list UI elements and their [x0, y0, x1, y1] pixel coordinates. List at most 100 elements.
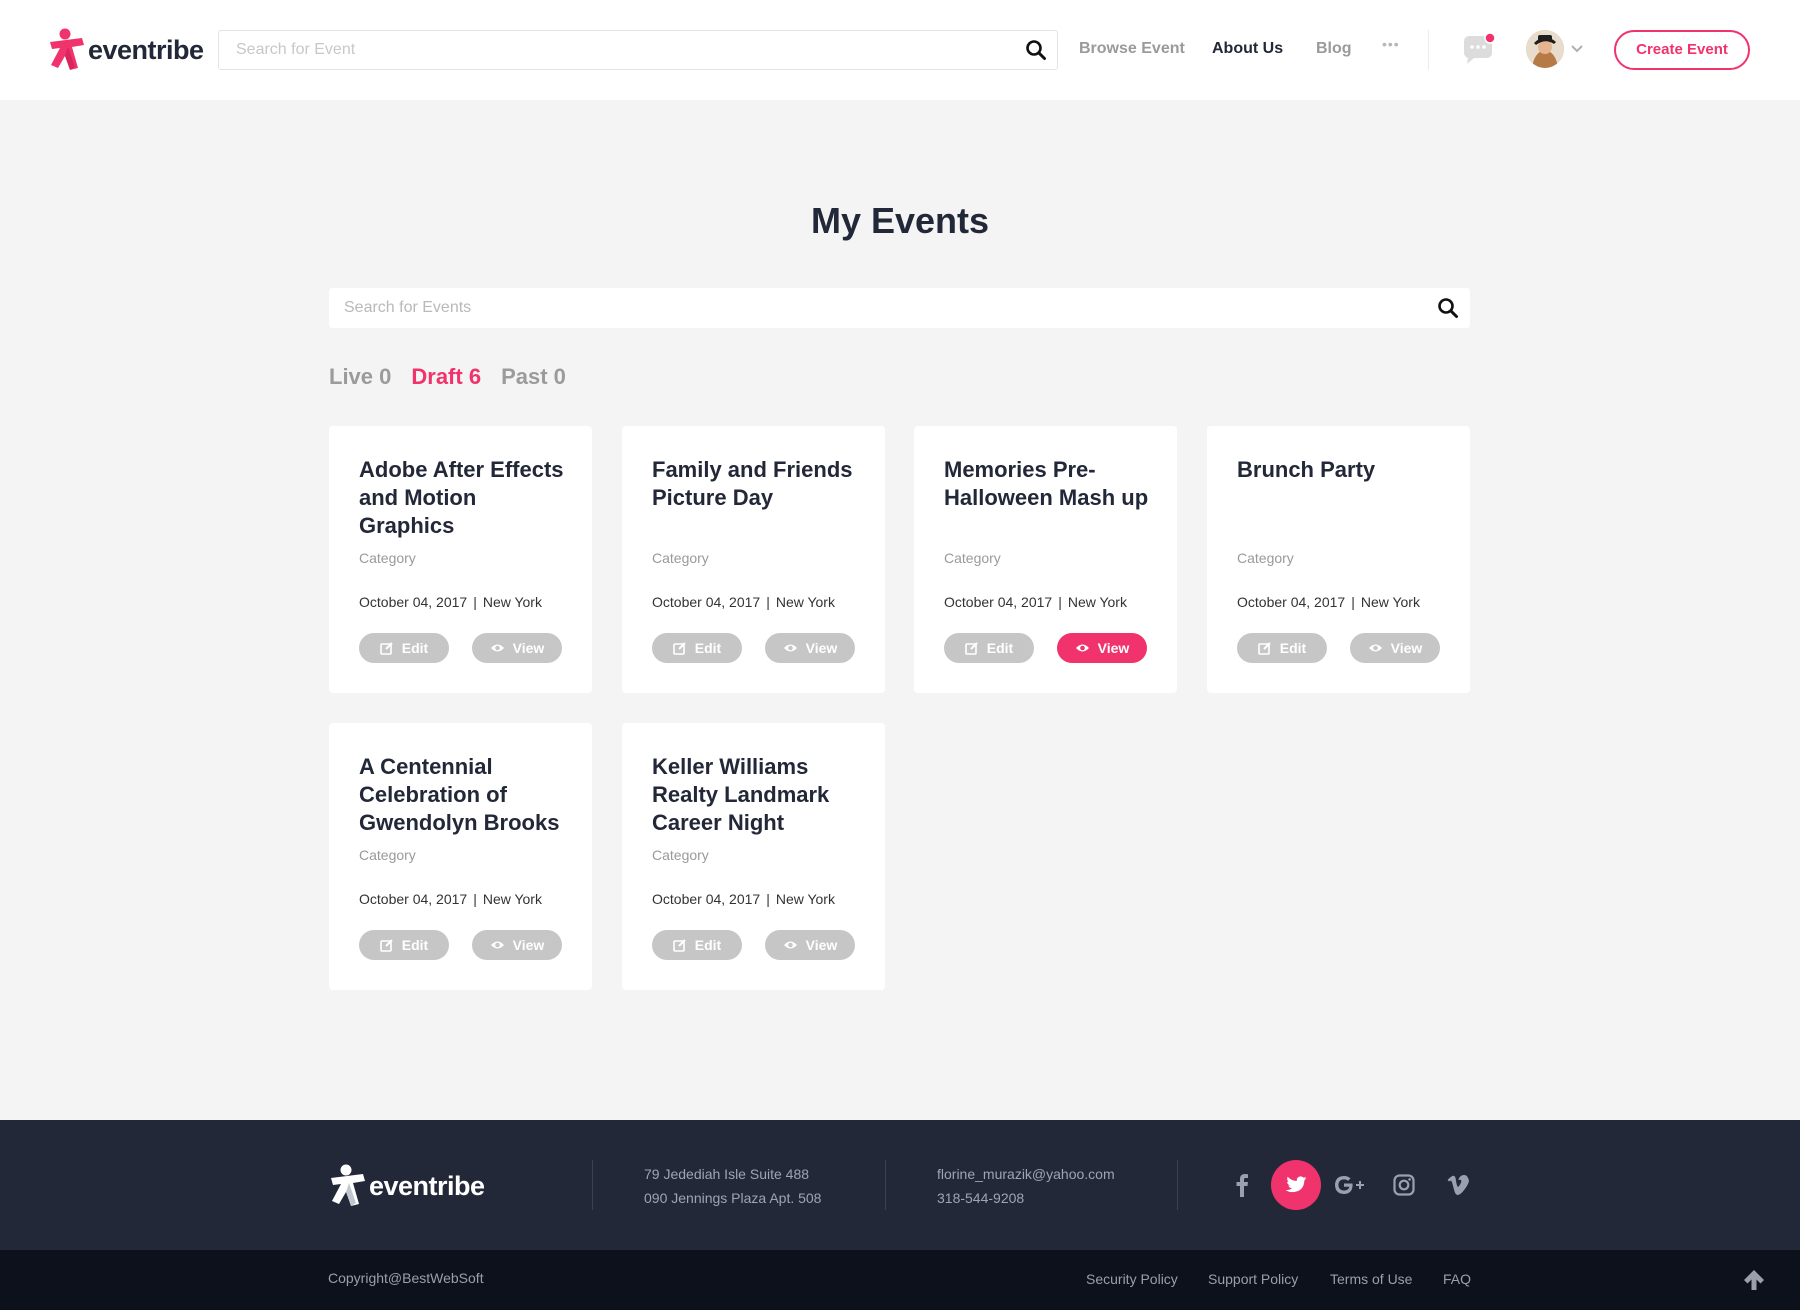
event-card[interactable]: Family and Friends Picture Day Category … — [622, 426, 885, 693]
event-title[interactable]: Memories Pre-Halloween Mash up — [944, 456, 1154, 512]
facebook-icon — [1236, 1174, 1248, 1197]
edit-button[interactable]: Edit — [652, 930, 742, 960]
event-card[interactable]: Adobe After Effects and Motion Graphics … — [329, 426, 592, 693]
edit-label: Edit — [694, 640, 722, 656]
edit-button[interactable]: Edit — [944, 633, 1034, 663]
header-search — [218, 30, 1058, 70]
view-button[interactable]: View — [765, 930, 855, 960]
footer-logo[interactable]: eventribe — [329, 1164, 485, 1208]
edit-button[interactable]: Edit — [1237, 633, 1327, 663]
edit-label: Edit — [694, 937, 722, 953]
event-category: Category — [944, 550, 1001, 566]
event-title[interactable]: Adobe After Effects and Motion Graphics — [359, 456, 569, 540]
view-label: View — [512, 937, 545, 953]
event-title[interactable]: Brunch Party — [1237, 456, 1447, 484]
create-event-button[interactable]: Create Event — [1614, 30, 1750, 70]
event-date: October 04, 2017 — [652, 891, 761, 907]
copyright: Copyright@BestWebSoft — [328, 1270, 484, 1286]
chevron-down-icon[interactable] — [1570, 42, 1584, 56]
event-meta: October 04, 2017 | New York — [944, 594, 1127, 610]
view-button[interactable]: View — [472, 930, 562, 960]
event-meta: October 04, 2017 | New York — [359, 891, 542, 907]
google-plus-link[interactable] — [1325, 1160, 1375, 1210]
tab-live[interactable]: Live 0 — [329, 364, 391, 394]
event-status-tabs: Live 0 Draft 6 Past 0 — [329, 364, 586, 394]
event-meta: October 04, 2017 | New York — [1237, 594, 1420, 610]
edit-button[interactable]: Edit — [359, 930, 449, 960]
event-card[interactable]: Brunch Party Category October 04, 2017 | N… — [1207, 426, 1470, 693]
view-button[interactable]: View — [1057, 633, 1147, 663]
event-card[interactable]: Keller Williams Realty Landmark Career N… — [622, 723, 885, 990]
footer-divider — [1177, 1160, 1178, 1210]
nav-blog[interactable]: Blog — [1316, 40, 1352, 62]
event-title[interactable]: A Centennial Celebration of Gwendolyn Br… — [359, 753, 569, 837]
tab-draft[interactable]: Draft 6 — [411, 364, 481, 394]
edit-label: Edit — [401, 640, 429, 656]
event-city: New York — [482, 891, 542, 907]
view-button[interactable]: View — [765, 633, 855, 663]
vimeo-link[interactable] — [1433, 1160, 1483, 1210]
event-date: October 04, 2017 — [359, 891, 468, 907]
search-icon[interactable] — [1025, 39, 1047, 61]
edit-label: Edit — [401, 937, 429, 953]
event-city: New York — [775, 891, 835, 907]
footer-divider — [885, 1160, 886, 1210]
twitter-icon — [1285, 1176, 1307, 1193]
eye-icon — [783, 941, 797, 949]
address-line-2: 090 Jennings Plaza Apt. 508 — [644, 1190, 822, 1206]
security-policy-link[interactable]: Security Policy — [1086, 1271, 1178, 1287]
faq-link[interactable]: FAQ — [1443, 1271, 1471, 1287]
edit-label: Edit — [986, 640, 1014, 656]
header-logo[interactable]: eventribe — [48, 28, 204, 72]
instagram-icon — [1393, 1174, 1415, 1196]
event-category: Category — [1237, 550, 1294, 566]
edit-label: Edit — [1279, 640, 1307, 656]
edit-icon — [672, 939, 686, 952]
view-label: View — [1097, 640, 1130, 656]
page-title: My Events — [810, 200, 990, 241]
event-title[interactable]: Family and Friends Picture Day — [652, 456, 862, 512]
avatar[interactable] — [1526, 30, 1564, 68]
edit-button[interactable]: Edit — [652, 633, 742, 663]
top-header: eventribe Browse Event About Us Blog •••… — [0, 0, 1800, 100]
tab-past[interactable]: Past 0 — [501, 364, 566, 394]
nav-browse-event[interactable]: Browse Event — [1079, 40, 1185, 62]
event-category: Category — [359, 550, 416, 566]
header-search-input[interactable] — [219, 31, 979, 69]
facebook-link[interactable] — [1217, 1160, 1267, 1210]
view-button[interactable]: View — [472, 633, 562, 663]
event-category: Category — [359, 847, 416, 863]
event-card[interactable]: Memories Pre-Halloween Mash up Category … — [914, 426, 1177, 693]
event-city: New York — [482, 594, 542, 610]
arrow-up-icon[interactable] — [1742, 1268, 1766, 1292]
view-button[interactable]: View — [1350, 633, 1440, 663]
instagram-link[interactable] — [1379, 1160, 1429, 1210]
eye-icon — [783, 644, 797, 652]
events-search-input[interactable] — [329, 288, 1389, 328]
support-policy-link[interactable]: Support Policy — [1208, 1271, 1298, 1287]
event-category: Category — [652, 550, 709, 566]
chat-icon[interactable] — [1460, 32, 1498, 68]
twitter-link[interactable] — [1271, 1160, 1321, 1210]
edit-button[interactable]: Edit — [359, 633, 449, 663]
view-label: View — [805, 640, 838, 656]
terms-of-use-link[interactable]: Terms of Use — [1330, 1271, 1412, 1287]
footer-address: 79 Jedediah Isle Suite 488 090 Jennings … — [644, 1162, 821, 1210]
edit-icon — [964, 642, 978, 655]
view-label: View — [512, 640, 545, 656]
search-icon[interactable] — [1437, 297, 1459, 319]
avatar-image — [1526, 30, 1564, 68]
event-meta: October 04, 2017 | New York — [652, 891, 835, 907]
footer-phone: 318-544-9208 — [937, 1190, 1025, 1206]
event-date: October 04, 2017 — [944, 594, 1053, 610]
event-title[interactable]: Keller Williams Realty Landmark Career N… — [652, 753, 862, 837]
event-card[interactable]: A Centennial Celebration of Gwendolyn Br… — [329, 723, 592, 990]
nav-more-button[interactable]: ••• — [1382, 36, 1400, 52]
nav-about-us[interactable]: About Us — [1212, 40, 1283, 62]
edit-icon — [672, 642, 686, 655]
footer-email[interactable]: florine_murazik@yahoo.com — [937, 1162, 1115, 1186]
view-label: View — [805, 937, 838, 953]
eye-icon — [490, 644, 504, 652]
event-date: October 04, 2017 — [1237, 594, 1346, 610]
footer-bottom-bar: Copyright@BestWebSoft Security Policy Su… — [0, 1250, 1800, 1310]
